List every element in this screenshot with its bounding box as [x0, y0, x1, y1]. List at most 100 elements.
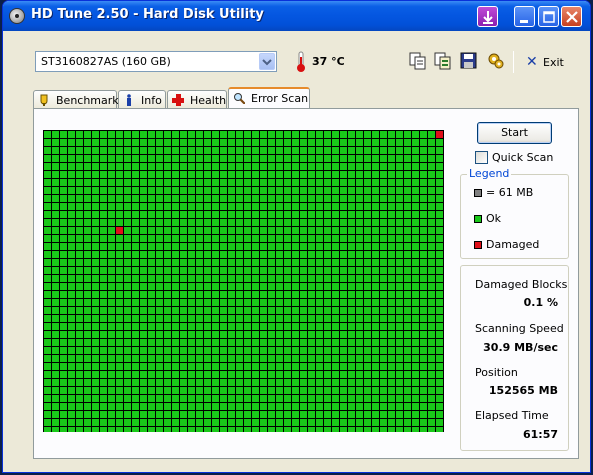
scan-block-ok — [116, 395, 123, 402]
scan-block-ok — [404, 227, 411, 234]
scan-block-ok — [124, 395, 131, 402]
scan-block-ok — [156, 363, 163, 370]
scan-block-ok — [324, 235, 331, 242]
scan-block-ok — [148, 187, 155, 194]
scan-block-ok — [300, 355, 307, 362]
tab-health[interactable]: Health — [167, 90, 227, 109]
scan-block-ok — [228, 379, 235, 386]
scan-block-ok — [236, 291, 243, 298]
scan-block-ok — [244, 179, 251, 186]
scan-block-ok — [284, 275, 291, 282]
download-button[interactable] — [477, 6, 498, 27]
scan-block-ok — [316, 379, 323, 386]
scan-block-ok — [388, 251, 395, 258]
scan-block-ok — [108, 315, 115, 322]
scan-block-ok — [428, 371, 435, 378]
scan-block-ok — [348, 251, 355, 258]
scan-block-ok — [252, 283, 259, 290]
legend-label-ok: Ok — [486, 212, 502, 225]
scan-block-ok — [396, 275, 403, 282]
scan-block-ok — [356, 427, 363, 432]
tab-benchmark[interactable]: Benchmark — [33, 90, 119, 109]
scan-block-ok — [204, 203, 211, 210]
scan-block-ok — [172, 387, 179, 394]
scan-block-ok — [92, 291, 99, 298]
scan-block-ok — [316, 291, 323, 298]
scan-block-ok — [284, 171, 291, 178]
scan-block-ok — [252, 187, 259, 194]
scan-block-ok — [364, 387, 371, 394]
tab-info[interactable]: Info — [118, 90, 166, 109]
scan-block-ok — [132, 411, 139, 418]
scan-block-ok — [340, 243, 347, 250]
scan-block-ok — [372, 179, 379, 186]
scan-block-ok — [316, 163, 323, 170]
scan-block-ok — [148, 131, 155, 138]
scan-block-ok — [196, 395, 203, 402]
save-icon[interactable] — [460, 52, 478, 70]
start-button[interactable]: Start — [477, 122, 552, 144]
scan-block-ok — [340, 403, 347, 410]
scan-block-ok — [172, 227, 179, 234]
scan-block-ok — [420, 243, 427, 250]
copy-info-icon[interactable] — [434, 52, 452, 70]
exit-label: Exit — [543, 56, 564, 69]
scan-block-ok — [244, 403, 251, 410]
scan-block-ok — [212, 243, 219, 250]
scan-block-ok — [396, 163, 403, 170]
scan-block-ok — [324, 427, 331, 432]
scan-block-ok — [68, 411, 75, 418]
scan-block-ok — [116, 379, 123, 386]
scan-block-ok — [164, 363, 171, 370]
scan-block-ok — [140, 275, 147, 282]
scan-block-ok — [148, 163, 155, 170]
scan-block-ok — [44, 187, 51, 194]
exit-button[interactable]: ✕ Exit — [523, 52, 571, 72]
scan-block-ok — [204, 147, 211, 154]
scan-block-ok — [316, 411, 323, 418]
elapsed-time-value: 61:57 — [522, 428, 558, 441]
title-bar[interactable]: HD Tune 2.50 - Hard Disk Utility — [3, 1, 590, 31]
chevron-down-icon[interactable] — [259, 53, 275, 70]
scan-block-ok — [100, 403, 107, 410]
tab-error-scan[interactable]: Error Scan — [228, 87, 310, 110]
scan-block-ok — [140, 235, 147, 242]
close-icon — [566, 11, 578, 23]
scan-block-ok — [436, 235, 443, 242]
scan-block-ok — [148, 267, 155, 274]
scan-block-ok — [396, 187, 403, 194]
options-icon[interactable] — [487, 52, 505, 70]
drive-select[interactable]: ST3160827AS (160 GB) — [35, 51, 277, 72]
scan-block-ok — [300, 323, 307, 330]
copy-icon[interactable] — [409, 52, 427, 70]
scan-block-ok — [44, 251, 51, 258]
scan-block-ok — [244, 187, 251, 194]
scan-block-ok — [412, 139, 419, 146]
minimize-button[interactable] — [514, 6, 535, 27]
scan-block-ok — [428, 235, 435, 242]
scan-block-ok — [116, 419, 123, 426]
scan-block-ok — [68, 427, 75, 432]
scan-block-ok — [268, 371, 275, 378]
scan-block-ok — [236, 371, 243, 378]
quick-scan-checkbox[interactable] — [475, 151, 488, 164]
scan-block-ok — [260, 395, 267, 402]
scan-block-ok — [284, 155, 291, 162]
scan-block-ok — [156, 299, 163, 306]
scan-block-ok — [124, 299, 131, 306]
scan-block-ok — [276, 147, 283, 154]
scan-block-ok — [348, 323, 355, 330]
scan-block-ok — [348, 427, 355, 432]
scan-block-ok — [228, 283, 235, 290]
scan-block-ok — [212, 211, 219, 218]
scan-block-ok — [156, 379, 163, 386]
scan-block-ok — [148, 139, 155, 146]
scan-block-ok — [372, 291, 379, 298]
scan-block-ok — [332, 403, 339, 410]
scan-block-ok — [220, 347, 227, 354]
close-button[interactable] — [561, 6, 582, 27]
scan-block-ok — [68, 251, 75, 258]
scan-block-ok — [124, 195, 131, 202]
scan-block-ok — [100, 139, 107, 146]
maximize-button[interactable] — [538, 6, 559, 27]
